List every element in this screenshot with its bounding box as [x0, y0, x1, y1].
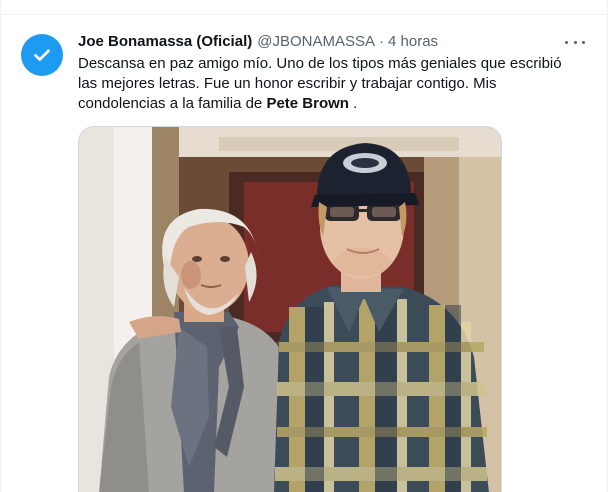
- tweet-timestamp[interactable]: 4 horas: [388, 33, 438, 50]
- tweet-header: Joe Bonamassa (Oficial) @JBONAMASSA · 4 …: [78, 33, 438, 53]
- tweet-card[interactable]: Joe Bonamassa (Oficial) @JBONAMASSA · 4 …: [0, 0, 608, 492]
- tweet-text-end: .: [348, 95, 358, 112]
- separator-dot: ·: [379, 33, 384, 50]
- verified-check-icon: [34, 49, 50, 61]
- tweet-photo[interactable]: [78, 126, 502, 492]
- tweet-text: Descansa en paz amigo mío. Uno de los ti…: [78, 54, 578, 114]
- more-options-button[interactable]: [565, 34, 585, 50]
- author-avatar[interactable]: [21, 34, 63, 76]
- author-handle[interactable]: @JBONAMASSA: [257, 33, 375, 50]
- more-horizontal-icon: [565, 40, 568, 44]
- photo-two-men-studio: [79, 127, 501, 492]
- author-display-name[interactable]: Joe Bonamassa (Oficial): [78, 33, 252, 50]
- mention-link[interactable]: Pete Brown: [266, 95, 349, 112]
- divider: [1, 14, 607, 15]
